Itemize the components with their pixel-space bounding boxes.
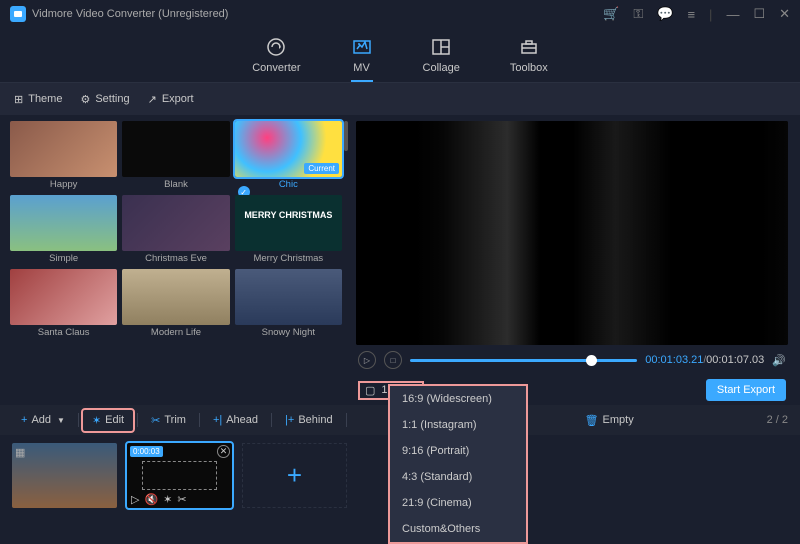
edit-button[interactable]: ✶Edit [83, 410, 133, 431]
tab-collage[interactable]: Collage [423, 36, 460, 82]
theme-label: Chic [279, 179, 298, 190]
theme-label: Simple [49, 253, 78, 264]
minimize-button[interactable]: — [726, 7, 739, 22]
current-badge: Current [304, 163, 339, 174]
aspect-option[interactable]: 4:3 (Standard) [390, 464, 526, 490]
subtab-setting[interactable]: ⚙Setting [80, 93, 129, 106]
video-preview[interactable] [356, 121, 788, 345]
cart-icon[interactable]: 🛒 [603, 6, 619, 22]
converter-icon [265, 36, 287, 58]
export-icon: ↗ [148, 93, 157, 106]
theme-item[interactable]: MERRY CHRISTMASMerry Christmas [235, 195, 342, 264]
aspect-option[interactable]: 1:1 (Instagram) [390, 412, 526, 438]
gear-icon: ⚙ [80, 93, 90, 106]
theme-icon: ⊞ [14, 93, 23, 106]
remove-clip-button[interactable]: ✕ [217, 445, 230, 458]
aspect-ratio-menu: 16:9 (Widescreen)1:1 (Instagram)9:16 (Po… [388, 384, 528, 544]
seek-bar[interactable] [410, 359, 637, 362]
scrollbar[interactable] [344, 121, 348, 151]
add-button[interactable]: +Add▼ [12, 410, 74, 430]
start-export-button[interactable]: Start Export [706, 379, 786, 401]
app-title: Vidmore Video Converter (Unregistered) [32, 8, 228, 20]
collage-icon [430, 36, 452, 58]
wand-icon: ✶ [92, 414, 101, 427]
plus-icon: + [21, 414, 27, 426]
key-icon[interactable]: ⚿ [633, 6, 643, 22]
trim-button[interactable]: ✂Trim [142, 410, 195, 431]
chevron-down-icon: ▼ [57, 416, 65, 425]
theme-label: Christmas Eve [145, 253, 207, 264]
maximize-button[interactable]: ☐ [753, 6, 765, 22]
app-logo [10, 6, 26, 22]
divider: | [709, 7, 712, 22]
theme-label: Modern Life [151, 327, 201, 338]
menu-icon[interactable]: ≡ [687, 7, 695, 22]
mv-icon [351, 36, 373, 58]
theme-item[interactable]: Christmas Eve [122, 195, 229, 264]
behind-button[interactable]: |+Behind [276, 410, 342, 430]
subtab-export[interactable]: ↗Export [148, 93, 194, 106]
volume-icon[interactable]: 🔊 [772, 354, 786, 367]
stop-button[interactable]: □ [384, 351, 402, 369]
sub-nav: ⊞Theme ⚙Setting ↗Export [0, 83, 800, 115]
seek-handle[interactable] [586, 355, 597, 366]
top-nav: Converter MV Collage Toolbox [0, 28, 800, 83]
theme-item[interactable]: Happy [10, 121, 117, 190]
trash-icon: 🗑 [585, 414, 599, 427]
tab-converter[interactable]: Converter [252, 36, 300, 82]
theme-item[interactable]: Current✓Chic [235, 121, 342, 190]
toolbox-icon [518, 36, 540, 58]
aspect-option[interactable]: 16:9 (Widescreen) [390, 386, 526, 412]
player-controls: ▷ □ 00:01:03.21/00:01:07.03 🔊 [356, 345, 788, 375]
clip-duration: 0:00:03 [130, 446, 163, 457]
subtab-theme[interactable]: ⊞Theme [14, 93, 62, 106]
mute-icon[interactable]: 🔇 [144, 493, 158, 506]
wand-icon[interactable]: ✶ [163, 493, 172, 506]
titlebar: Vidmore Video Converter (Unregistered) 🛒… [0, 0, 800, 28]
scissors-icon[interactable]: ✂ [177, 493, 186, 506]
time-display: 00:01:03.21/00:01:07.03 [645, 354, 764, 366]
theme-item[interactable]: Snowy Night [235, 269, 342, 338]
tab-toolbox[interactable]: Toolbox [510, 36, 548, 82]
theme-item[interactable]: Modern Life [122, 269, 229, 338]
theme-label: Happy [50, 179, 77, 190]
clip-counter: 2 / 2 [767, 414, 788, 426]
aspect-option[interactable]: 21:9 (Cinema) [390, 490, 526, 516]
ahead-icon: +| [213, 414, 222, 426]
theme-label: Snowy Night [262, 327, 315, 338]
aspect-option[interactable]: 9:16 (Portrait) [390, 438, 526, 464]
ahead-button[interactable]: +|Ahead [204, 410, 267, 430]
empty-button[interactable]: 🗑Empty [576, 410, 643, 431]
aspect-icon: ▢ [365, 384, 375, 397]
theme-panel: Happy Blank Current✓Chic Simple Christmas Ev… [0, 115, 350, 405]
film-icon: ▦ [15, 446, 25, 459]
play-icon[interactable]: ▷ [131, 493, 139, 506]
theme-label: Merry Christmas [253, 253, 323, 264]
theme-label: Blank [164, 179, 188, 190]
tab-mv[interactable]: MV [351, 36, 373, 82]
close-button[interactable]: ✕ [779, 6, 790, 22]
theme-item[interactable]: Simple [10, 195, 117, 264]
clip-item[interactable]: 0:00:03 ✕ ▷ 🔇 ✶ ✂ [127, 443, 232, 508]
add-clip-button[interactable]: + [242, 443, 347, 508]
scissors-icon: ✂ [151, 414, 160, 427]
play-button[interactable]: ▷ [358, 351, 376, 369]
clip-item[interactable]: ▦ [12, 443, 117, 508]
clip-tools: ▷ 🔇 ✶ ✂ [131, 493, 187, 506]
feedback-icon[interactable]: 💬 [657, 6, 673, 22]
theme-label: Santa Claus [38, 327, 90, 338]
behind-icon: |+ [285, 414, 294, 426]
theme-item[interactable]: Blank [122, 121, 229, 190]
aspect-option[interactable]: Custom&Others [390, 516, 526, 542]
theme-item[interactable]: Santa Claus [10, 269, 117, 338]
